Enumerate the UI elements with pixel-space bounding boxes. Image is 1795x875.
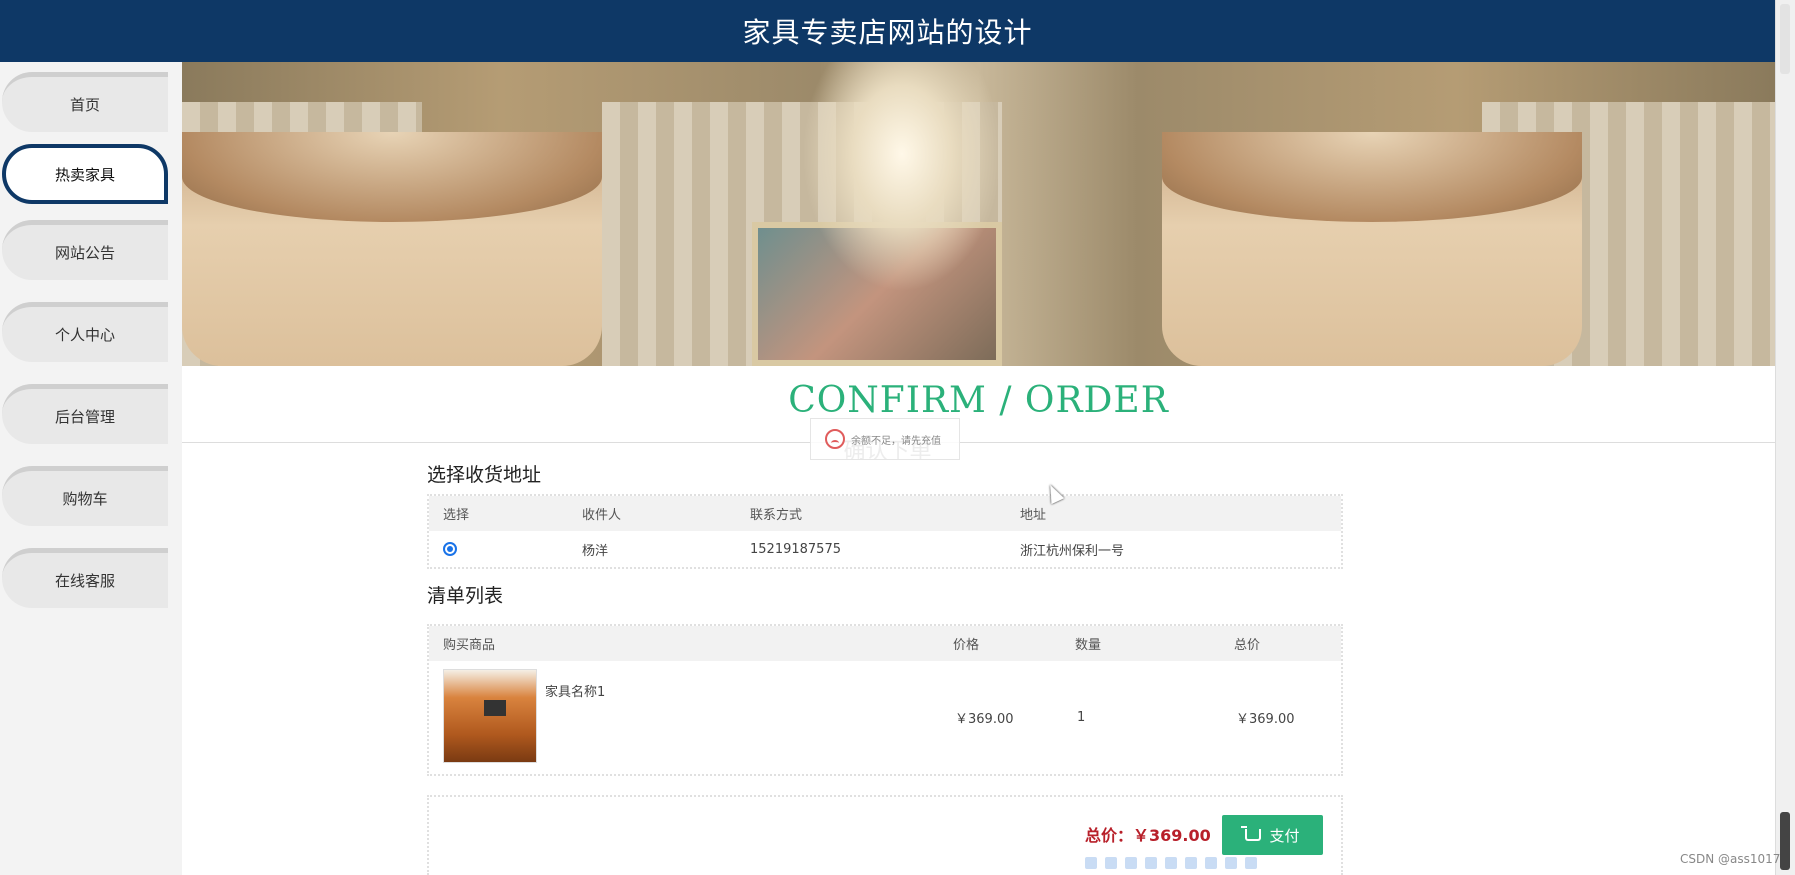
pay-button[interactable]: 支付 xyxy=(1222,815,1323,855)
total-cell: ￥369.00 xyxy=(1236,712,1295,727)
toast-message: 余额不足，请先充值 xyxy=(810,418,960,460)
ime-icon xyxy=(1225,857,1237,869)
site-title: 家具专卖店网站的设计 xyxy=(742,16,1033,49)
section-title: CONFIRM / ORDER xyxy=(788,380,1169,421)
table-row: 杨洋 15219187575 浙江杭州保利一号 xyxy=(429,531,1341,567)
banner-image xyxy=(182,62,1775,366)
column-header: 购买商品 xyxy=(443,638,496,653)
banner-valance-right xyxy=(1162,132,1582,222)
order-table-header: 购买商品 价格 数量 总价 xyxy=(429,626,1341,661)
sidebar-nav: 首页 热卖家具 网站公告 个人中心 后台管理 购物车 在线客服 xyxy=(0,62,182,875)
column-header: 地址 xyxy=(1020,508,1047,523)
ime-toolbar xyxy=(1085,857,1275,871)
price-cell: ￥369.00 xyxy=(955,712,1014,727)
column-header: 总价 xyxy=(1234,638,1261,653)
scrollbar-thumb[interactable] xyxy=(1780,812,1790,870)
ime-icon xyxy=(1125,857,1137,869)
product-cell: 家具名称1 xyxy=(443,669,605,763)
address-table: 选择 收件人 联系方式 地址 杨洋 15219187575 浙江杭州保利一号 xyxy=(427,494,1343,569)
banner-chandelier xyxy=(802,62,1002,292)
ime-icon xyxy=(1085,857,1097,869)
column-header: 价格 xyxy=(953,638,980,653)
address-radio[interactable] xyxy=(443,542,457,556)
order-list-heading: 清单列表 xyxy=(427,585,504,607)
table-row: 家具名称1 ￥369.00 1 ￥369.00 xyxy=(429,661,1341,774)
sidebar-item-home[interactable]: 首页 xyxy=(2,72,168,132)
toast-text: 余额不足，请先充值 xyxy=(851,435,941,447)
sidebar-item-announcements[interactable]: 网站公告 xyxy=(2,220,168,280)
address-cell: 浙江杭州保利一号 xyxy=(1020,543,1125,559)
address-heading: 选择收货地址 xyxy=(427,464,542,486)
scrollbar-track-top xyxy=(1780,4,1790,74)
sidebar-item-hot-furniture[interactable]: 热卖家具 xyxy=(2,144,168,204)
quantity-cell: 1 xyxy=(1077,710,1086,725)
watermark: CSDN @ass1017 xyxy=(1680,852,1781,866)
sidebar-item-cart[interactable]: 购物车 xyxy=(2,466,168,526)
address-table-header: 选择 收件人 联系方式 地址 xyxy=(429,496,1341,531)
product-name[interactable]: 家具名称1 xyxy=(545,681,605,700)
column-header: 收件人 xyxy=(582,508,622,523)
order-table: 购买商品 价格 数量 总价 家具名称1 ￥369.00 1 ￥369.00 xyxy=(427,624,1343,776)
column-header: 选择 xyxy=(443,508,470,523)
cart-icon xyxy=(1241,826,1262,841)
ime-icon xyxy=(1245,857,1257,869)
recipient-cell: 杨洋 xyxy=(582,543,609,559)
sad-face-icon xyxy=(825,429,845,449)
banner-valance-left xyxy=(182,132,602,222)
sidebar-item-personal-center[interactable]: 个人中心 xyxy=(2,302,168,362)
product-image[interactable] xyxy=(443,669,537,763)
column-header: 数量 xyxy=(1075,638,1102,653)
ime-icon xyxy=(1185,857,1197,869)
radio-cell xyxy=(443,531,457,567)
vertical-scrollbar[interactable] xyxy=(1775,0,1795,875)
total-price: 总价：￥369.00 xyxy=(1085,826,1211,845)
ime-icon xyxy=(1145,857,1157,869)
column-header: 联系方式 xyxy=(750,508,803,523)
ime-icon xyxy=(1205,857,1217,869)
phone-cell: 15219187575 xyxy=(750,541,841,557)
ime-icon xyxy=(1105,857,1117,869)
site-header: 家具专卖店网站的设计 xyxy=(0,0,1775,62)
sidebar-item-customer-service[interactable]: 在线客服 xyxy=(2,548,168,608)
pay-button-label: 支付 xyxy=(1269,826,1300,845)
ime-icon xyxy=(1165,857,1177,869)
